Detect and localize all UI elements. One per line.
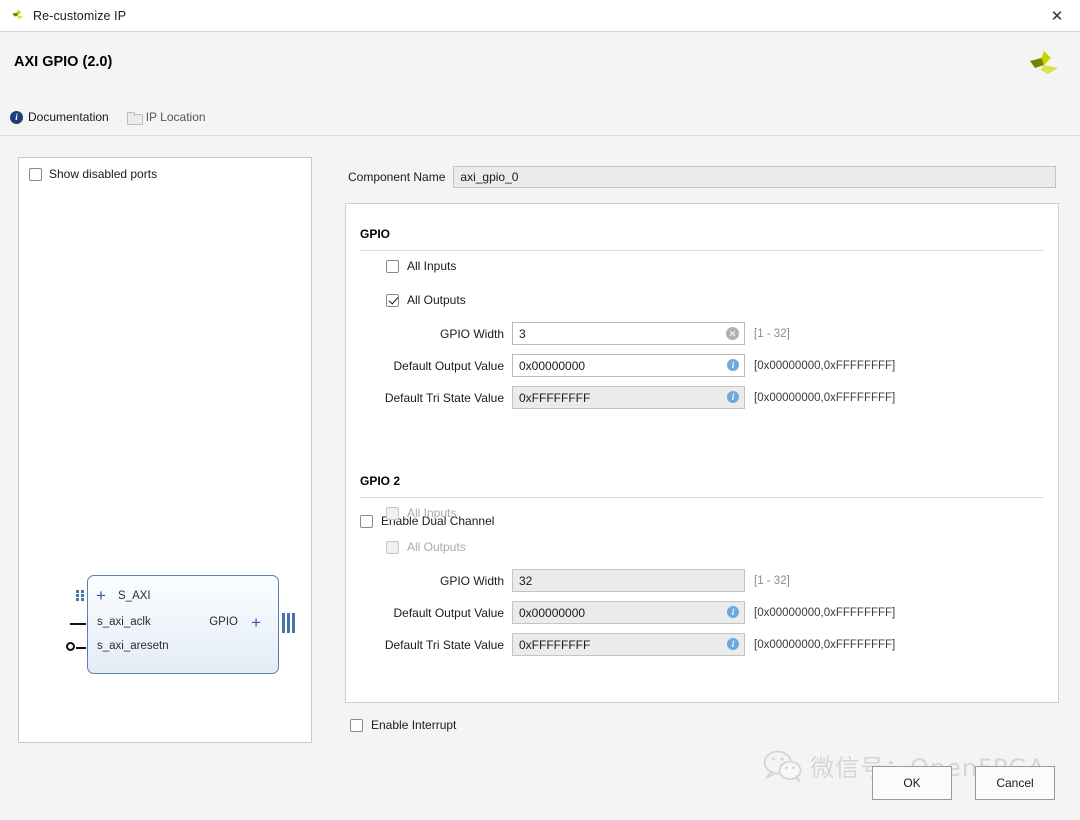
info-icon[interactable]: i: [727, 359, 739, 371]
gpio-all-outputs-row[interactable]: All Outputs: [386, 293, 466, 307]
port-label-s-axi: S_AXI: [118, 590, 151, 602]
enable-interrupt-label: Enable Interrupt: [371, 718, 457, 732]
gpio-default-output-hint: [0x00000000,0xFFFFFFFF]: [754, 359, 896, 372]
section-divider: [360, 250, 1044, 251]
bus-pin-icon: [76, 590, 84, 602]
link-ip-location-label: IP Location: [145, 110, 206, 124]
show-disabled-ports-checkbox[interactable]: [29, 167, 42, 181]
gpio-default-tristate-hint: [0x00000000,0xFFFFFFFF]: [754, 391, 896, 404]
info-icon[interactable]: i: [727, 606, 739, 618]
wechat-icon: [763, 750, 802, 782]
section-divider: [360, 497, 1044, 498]
link-documentation-label: Documentation: [28, 110, 109, 124]
gpio-default-output-label: Default Output Value: [393, 358, 504, 373]
show-disabled-ports-row[interactable]: Show disabled ports: [29, 167, 157, 181]
gpio-all-inputs-checkbox[interactable]: [386, 259, 399, 273]
gpio2-default-output-input[interactable]: [512, 601, 745, 624]
gpio2-all-inputs-row[interactable]: All Inputs: [386, 506, 456, 520]
header-links: i Documentation IP Location: [10, 110, 224, 125]
info-icon: i: [10, 110, 23, 124]
port-label-gpio: GPIO: [209, 616, 238, 628]
component-name-label: Component Name: [348, 170, 446, 184]
gpio-all-outputs-label: All Outputs: [407, 293, 466, 307]
gpio-default-output-input[interactable]: [512, 354, 745, 377]
xilinx-logo-icon: [1030, 51, 1058, 74]
gpio2-all-outputs-checkbox[interactable]: [386, 540, 399, 554]
gpio2-default-tristate-label: Default Tri State Value: [384, 637, 504, 652]
port-label-aresetn: s_axi_aresetn: [97, 640, 169, 652]
enable-dual-channel-checkbox[interactable]: [360, 514, 373, 528]
info-icon[interactable]: i: [727, 391, 739, 403]
section-title-gpio2: GPIO 2: [360, 474, 401, 488]
gpio-width-label: GPIO Width: [439, 326, 504, 341]
gpio2-all-outputs-label: All Outputs: [407, 540, 466, 554]
gpio2-default-output-label: Default Output Value: [393, 605, 504, 620]
show-disabled-ports-label: Show disabled ports: [49, 167, 158, 181]
enable-interrupt-row[interactable]: Enable Interrupt: [350, 718, 456, 732]
ports-diagram-panel: Show disabled ports + S_AXI s_axi_aclk s…: [18, 157, 312, 743]
gpio2-default-output-hint: [0x00000000,0xFFFFFFFF]: [754, 606, 896, 619]
ok-button[interactable]: OK: [872, 766, 952, 800]
gpio2-width-row: GPIO Width [1 - 32]: [360, 569, 790, 592]
gpio2-width-hint: [1 - 32]: [754, 574, 790, 587]
gpio-default-output-row: Default Output Value i [0x00000000,0xFFF…: [360, 354, 895, 377]
gpio2-width-input[interactable]: [512, 569, 745, 592]
folder-icon: [126, 111, 143, 125]
close-icon[interactable]: ✕: [1034, 0, 1080, 31]
gpio-width-hint: [1 - 32]: [754, 327, 790, 340]
gpio-all-inputs-label: All Inputs: [407, 259, 457, 273]
gpio-bus-pin-icon: [282, 613, 296, 633]
gpio-default-tristate-label: Default Tri State Value: [384, 390, 504, 405]
gpio-default-tristate-input[interactable]: [512, 386, 745, 409]
gpio-width-row: GPIO Width [1 - 32]: [360, 322, 790, 345]
xilinx-logo-icon: [12, 9, 24, 19]
link-ip-location[interactable]: IP Location: [126, 110, 206, 125]
gpio2-all-outputs-row[interactable]: All Outputs: [386, 540, 466, 554]
gpio-all-outputs-checkbox[interactable]: [386, 293, 399, 307]
gpio2-all-inputs-label: All Inputs: [407, 506, 457, 520]
clear-icon[interactable]: [726, 327, 739, 340]
gpio-default-tristate-row: Default Tri State Value i [0x00000000,0x…: [360, 386, 895, 409]
ip-block-symbol: + S_AXI s_axi_aclk s_axi_aresetn GPIO +: [66, 575, 295, 674]
plus-icon[interactable]: +: [96, 587, 106, 604]
plus-icon[interactable]: +: [251, 614, 261, 631]
window-title: Re-customize IP: [33, 8, 127, 23]
link-documentation[interactable]: i Documentation: [10, 110, 109, 124]
active-low-bubble-icon: [66, 642, 75, 651]
gpio-settings-groupbox: GPIO All Inputs All Outputs GPIO Width […: [345, 203, 1059, 703]
component-name-input[interactable]: [453, 166, 1056, 188]
component-name-row: Component Name: [348, 166, 1056, 188]
port-label-aclk: s_axi_aclk: [97, 616, 151, 628]
gpio2-default-output-row: Default Output Value i [0x00000000,0xFFF…: [360, 601, 895, 624]
gpio2-width-label: GPIO Width: [439, 573, 504, 588]
page-title: AXI GPIO (2.0): [14, 54, 113, 70]
window-titlebar: Re-customize IP ✕: [0, 0, 1080, 32]
dialog-header: AXI GPIO (2.0) i Documentation IP Locati…: [0, 32, 1080, 136]
gpio2-all-inputs-checkbox[interactable]: [386, 506, 399, 520]
reset-pin-icon: [76, 647, 86, 649]
gpio-width-input[interactable]: [512, 322, 745, 345]
enable-interrupt-checkbox[interactable]: [350, 718, 363, 732]
section-title-gpio: GPIO: [360, 227, 391, 241]
gpio2-default-tristate-row: Default Tri State Value i [0x00000000,0x…: [360, 633, 895, 656]
gpio-all-inputs-row[interactable]: All Inputs: [386, 259, 456, 273]
clock-pin-icon: [70, 623, 86, 625]
info-icon[interactable]: i: [727, 638, 739, 650]
gpio2-default-tristate-input[interactable]: [512, 633, 745, 656]
gpio2-default-tristate-hint: [0x00000000,0xFFFFFFFF]: [754, 638, 896, 651]
cancel-button[interactable]: Cancel: [975, 766, 1055, 800]
